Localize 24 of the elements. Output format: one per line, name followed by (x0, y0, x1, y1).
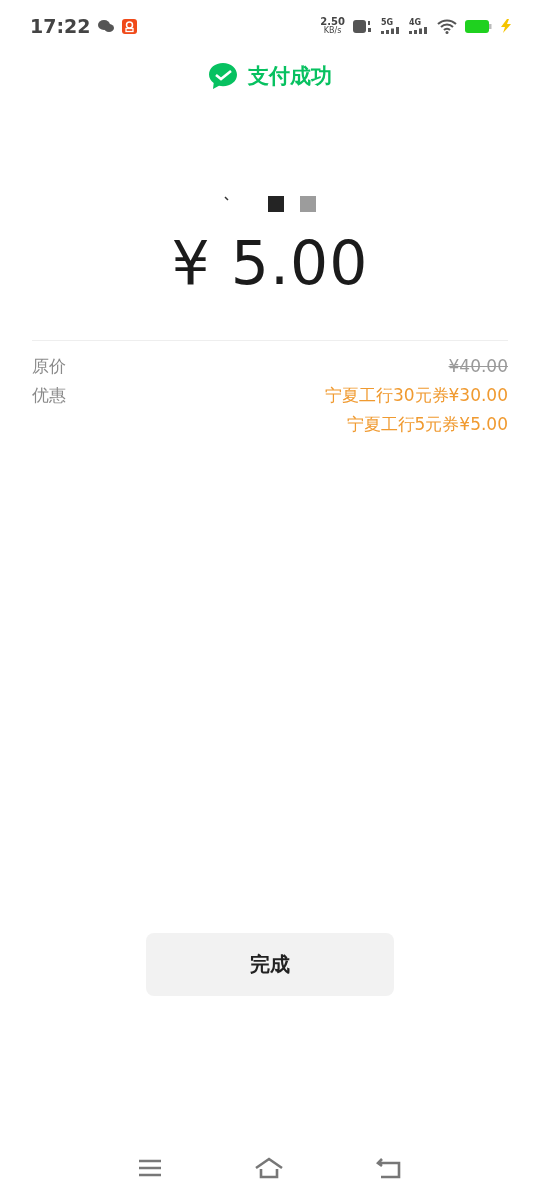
status-time: 17:22 (30, 15, 91, 37)
discount-value: 宁夏工行5元券¥5.00 (346, 413, 508, 436)
payment-amount: ¥ 5.00 (170, 228, 370, 298)
chat-bubbles-icon (98, 19, 115, 33)
back-icon[interactable] (376, 1157, 402, 1179)
chat-check-icon (208, 62, 238, 90)
menu-icon[interactable] (138, 1159, 162, 1177)
network-type: 5G (381, 18, 394, 27)
charging-icon (500, 19, 512, 33)
original-price: ¥40.00 (448, 355, 508, 378)
detail-label: 优惠 (32, 384, 66, 407)
payment-success-title: 支付成功 (248, 63, 332, 90)
signal-icon (381, 26, 401, 34)
discount-value: 宁夏工行30元券¥30.00 (324, 384, 508, 407)
signal-icon (409, 26, 429, 34)
network-type: 4G (409, 18, 422, 27)
app-notification-icon (122, 18, 138, 34)
done-button[interactable]: 完成 (146, 933, 394, 996)
wifi-icon (437, 18, 457, 34)
network-speed: 2.50 (320, 17, 345, 27)
speed-unit: KB/s (323, 27, 342, 35)
home-icon[interactable] (254, 1157, 284, 1179)
detail-label: 原价 (32, 355, 66, 378)
battery-icon (465, 19, 492, 33)
